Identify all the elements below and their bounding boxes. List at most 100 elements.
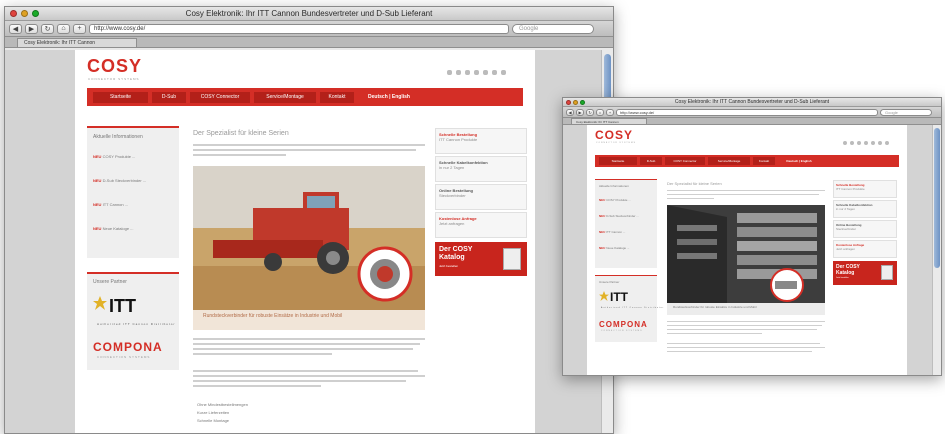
browser-window-small: Cosy Elektronik: Ihr ITT Cannon Bundesve… — [562, 97, 942, 376]
news-text: COSY Produkte ... — [102, 154, 136, 159]
home-icon[interactable] — [843, 141, 847, 145]
vertical-scrollbar[interactable] — [932, 125, 941, 375]
share-icon[interactable] — [864, 141, 868, 145]
mail-icon[interactable] — [465, 70, 470, 75]
partner-box — [595, 276, 657, 342]
promo-box[interactable]: Schnelle Bestellung ITT Cannon Produkte — [435, 128, 527, 154]
news-heading: Aktuelle Informationen — [599, 184, 629, 188]
compona-logo[interactable]: COMPONA — [93, 340, 163, 354]
rss-icon[interactable] — [483, 70, 488, 75]
print-icon[interactable] — [850, 141, 854, 145]
bookmark-add-button[interactable]: + — [73, 23, 86, 34]
tab-cosy[interactable]: Cosy Elektronik: Ihr ITT Cannon — [571, 118, 647, 124]
scrollbar-thumb[interactable] — [934, 128, 940, 268]
itt-star-icon — [93, 296, 107, 310]
url-field[interactable]: http://www.cosy.de/ — [616, 108, 878, 116]
nav-service[interactable]: Service/Montage — [254, 91, 316, 103]
page-viewport: COSY CONNECTOR SYSTEMS Startseite D-Sub … — [563, 125, 933, 375]
nav-kontakt[interactable]: Kontakt — [753, 157, 775, 165]
url-field[interactable]: http://www.cosy.de/ — [89, 23, 509, 34]
image-caption: Rundsteckverbinder für robuste Einsätze … — [193, 310, 425, 330]
search-field[interactable]: Google — [512, 23, 594, 34]
news-item[interactable]: NEU Neue Kataloge ... — [599, 246, 629, 250]
katalog-cover-icon — [881, 265, 893, 280]
mail-icon[interactable] — [857, 141, 861, 145]
nav-language[interactable]: Deutsch | English — [358, 92, 420, 103]
home-icon[interactable] — [447, 70, 452, 75]
nav-service[interactable]: Service/Montage — [708, 157, 750, 165]
news-box — [87, 128, 179, 258]
print-icon[interactable] — [456, 70, 461, 75]
tab-cosy[interactable]: Cosy Elektronik: Ihr ITT Cannon — [17, 38, 137, 47]
compona-logo[interactable]: COMPONA — [599, 320, 648, 329]
promo-box[interactable]: Kostenlose Anfrage Jetzt anfragen — [833, 240, 897, 258]
partner-heading: Unsere Partner — [599, 280, 620, 284]
body-text-2 — [667, 343, 825, 355]
home-button[interactable]: ⌂ — [57, 23, 70, 34]
news-tag: NEU — [93, 202, 102, 207]
server-rack-image — [667, 205, 825, 303]
logo-tagline: CONNECTOR SYSTEMS — [88, 77, 140, 81]
news-item[interactable]: NEU D-Sub Steckverbinder ... — [93, 178, 146, 183]
page-headline: Der Spezialist für kleine Serien — [667, 181, 722, 186]
promo-box[interactable]: Online Bestellung Steckverbinder — [435, 184, 527, 210]
nav-startseite[interactable]: Startseite — [599, 157, 637, 165]
share-icon[interactable] — [474, 70, 479, 75]
promo-desc: Jetzt anfragen — [836, 247, 856, 251]
news-item[interactable]: NEU Neue Kataloge ... — [93, 226, 134, 231]
back-button[interactable]: ◀ — [9, 23, 22, 34]
caption-text: Rundsteckverbinder für robuste Einsätze … — [203, 313, 343, 319]
nav-dsub[interactable]: D-Sub — [640, 157, 662, 165]
reload-button[interactable]: ↻ — [586, 108, 594, 116]
sitemap-icon[interactable] — [878, 141, 882, 145]
compona-tagline: CONNECTION SYSTEMS — [601, 330, 643, 332]
itt-logo[interactable]: ITT — [610, 290, 628, 304]
bookmark-add-button[interactable]: + — [606, 108, 614, 116]
news-item[interactable]: NEU ITT Cannon ... — [599, 230, 625, 234]
reload-button[interactable]: ↻ — [41, 23, 54, 34]
rss-icon[interactable] — [871, 141, 875, 145]
news-item[interactable]: NEU D-Sub Steckverbinder ... — [599, 214, 639, 218]
katalog-banner[interactable]: Der COSY Katalog Jetzt bestellen — [435, 242, 527, 276]
katalog-title: Der COSY Katalog — [439, 246, 473, 261]
katalog-banner[interactable]: Der COSY Katalog Jetzt bestellen — [833, 261, 897, 285]
social-icons — [843, 141, 889, 145]
info-icon[interactable] — [501, 70, 506, 75]
promo-box[interactable]: Schnelle Kabelkonfektion in nur 2 Tagen — [833, 200, 897, 218]
promo-box[interactable]: Online Bestellung Steckverbinder — [833, 220, 897, 238]
katalog-cover-icon — [503, 248, 521, 270]
news-item[interactable]: NEU COSY Produkte ... — [93, 154, 135, 159]
tab-bar: Cosy Elektronik: Ihr ITT Cannon — [5, 37, 613, 48]
browser-window-large: Cosy Elektronik: Ihr ITT Cannon Bundesve… — [4, 6, 614, 434]
nav-cosy-connector[interactable]: COSY Connector — [665, 157, 705, 165]
sitemap-icon[interactable] — [492, 70, 497, 75]
nav-cosy-connector[interactable]: COSY Connector — [190, 91, 250, 103]
stage: Cosy Elektronik: Ihr ITT Cannon Bundesve… — [0, 0, 945, 434]
promo-desc: ITT Cannon Produkte — [836, 187, 865, 191]
nav-dsub[interactable]: D-Sub — [152, 91, 186, 103]
intro-text — [193, 144, 425, 159]
promo-box[interactable]: Schnelle Bestellung ITT Cannon Produkte — [833, 180, 897, 198]
cosy-logo[interactable]: COSY — [595, 128, 633, 142]
tab-label: Cosy Elektronik: Ihr ITT Cannon — [24, 40, 96, 46]
promo-desc: ITT Cannon Produkte — [439, 137, 478, 142]
forward-button[interactable]: ▶ — [25, 23, 38, 34]
forward-button[interactable]: ▶ — [576, 108, 584, 116]
itt-logo[interactable]: ITT — [109, 296, 136, 317]
home-button[interactable]: ⌂ — [596, 108, 604, 116]
news-item[interactable]: NEU COSY Produkte ... — [599, 198, 631, 202]
promo-box[interactable]: Kostenlose Anfrage Jetzt anfragen — [435, 212, 527, 238]
nav-kontakt[interactable]: Kontakt — [320, 91, 354, 103]
nav-language[interactable]: Deutsch | English — [778, 157, 820, 165]
back-button[interactable]: ◀ — [566, 108, 574, 116]
search-field[interactable]: Google — [880, 108, 932, 116]
nav-startseite[interactable]: Startseite — [93, 91, 148, 103]
news-item[interactable]: NEU ITT Cannon ... — [93, 202, 128, 207]
info-icon[interactable] — [885, 141, 889, 145]
search-placeholder: Google — [519, 25, 539, 32]
cosy-logo[interactable]: COSY — [87, 56, 142, 77]
news-text: Neue Kataloge ... — [102, 226, 134, 231]
browser-toolbar: ◀ ▶ ↻ ⌂ + http://www.cosy.de/ Google — [563, 107, 941, 118]
news-heading: Aktuelle Informationen — [93, 134, 143, 140]
promo-box[interactable]: Schnelle Kabelkonfektion in nur 2 Tagen — [435, 156, 527, 182]
